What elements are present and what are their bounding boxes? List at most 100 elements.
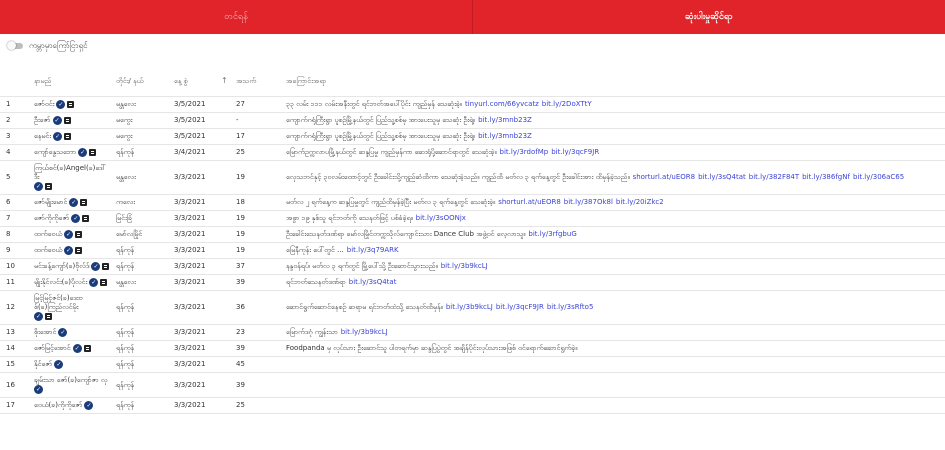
- cell-sort-spacer: [221, 372, 233, 398]
- table-row[interactable]: 8 ထက်ဝေယံ ✓ မော်လမြိုင် 3/3/2021 19 ဦးခေါင်းသေ…: [0, 226, 945, 243]
- source-link[interactable]: bit.ly/2DoXTtY: [542, 100, 592, 108]
- cell-name: ထက်ဝေယံ ✓: [31, 226, 113, 243]
- cell-age: 39: [233, 274, 283, 291]
- photo-doc-icon[interactable]: [89, 149, 97, 156]
- cell-no: 13: [0, 324, 31, 341]
- photo-doc-icon[interactable]: [80, 199, 88, 206]
- source-link[interactable]: bit.ly/3q79ARK: [347, 246, 399, 254]
- cell-age: 19: [233, 160, 283, 195]
- cell-sort-spacer: [221, 290, 233, 325]
- table-row[interactable]: 17 ဝေယံ(ခ)ကိုကိုဇော် ✓ ရန်ကုန် 3/3/2021 25: [0, 397, 945, 414]
- name-text: နေမင်း: [34, 132, 52, 140]
- verified-check-icon: ✓: [34, 385, 43, 394]
- source-link[interactable]: bit.ly/306aC65: [853, 173, 904, 181]
- table-row[interactable]: 3 နေမင်း ✓ မကွေး 3/5/2021 17 ကျောက်ဂရုံကြီးရွာ…: [0, 128, 945, 145]
- cell-date: 3/3/2021: [171, 324, 221, 341]
- name-text: ချမ်းသာ ဇော်(ခ)ကျော်ဇာ လှ: [34, 376, 108, 384]
- source-link[interactable]: bit.ly/387Ok8l: [564, 198, 613, 206]
- name-wrap: ကျော်နွေသဘော ✓: [34, 148, 110, 157]
- table-row[interactable]: 4 ကျော်နွေသဘော ✓ ရန်ကုန် 3/4/2021 25 မြောက်ဥက္…: [0, 144, 945, 161]
- table-row[interactable]: 13 စိုးအောင် ✓ ရန်ကုန် 3/3/2021 23 မြောက်ဒဂုံ …: [0, 324, 945, 341]
- source-link[interactable]: bit.ly/3b9kcLJ: [446, 303, 493, 311]
- source-link[interactable]: bit.ly/3sRfto5: [547, 303, 594, 311]
- sort-arrow-up-icon[interactable]: ↑: [221, 76, 228, 85]
- table-row[interactable]: 14 ဇော်မြင့်အောင် ✓ ရန်ကုန် 3/3/2021 39 Foodpa…: [0, 340, 945, 357]
- source-link[interactable]: bit.ly/3sQ4tat: [698, 173, 746, 181]
- cell-name: နေမင်း ✓: [31, 128, 113, 145]
- photo-doc-icon[interactable]: [45, 183, 52, 190]
- source-link[interactable]: bit.ly/3mnb23Z: [478, 116, 532, 124]
- photo-doc-icon[interactable]: [45, 313, 52, 320]
- cell-date: 3/3/2021: [171, 290, 221, 325]
- cell-age: 39: [233, 340, 283, 357]
- photo-doc-icon[interactable]: [83, 345, 91, 352]
- cell-no: 14: [0, 340, 31, 357]
- cell-no: 2: [0, 112, 31, 129]
- toggle-row: ကမ္ဘာမှာကြော်ငြာရှင်: [0, 34, 945, 58]
- table-row[interactable]: 16 ချမ်းသာ ဇော်(ခ)ကျော်ဇာ လှ ✓ ရန်ကုန် 3/3/2…: [0, 372, 945, 398]
- filter-toggle-switch[interactable]: [7, 41, 23, 50]
- table-row[interactable]: 5 ကြယ်စင်(ခ)Angel(ခ)ဒေါ်ဒီး ✓ မန္တလေး 3/3/20…: [0, 160, 945, 195]
- table-row[interactable]: 10 မင်းခန့်ကျော်(ခ)ဗိုလ်ဒ် ✓ ရန်ကုန် 3/3/202…: [0, 258, 945, 275]
- source-link[interactable]: bit.ly/3sQ4tat: [349, 278, 397, 286]
- header-date[interactable]: နေ့ စွဲ: [171, 66, 221, 97]
- cell-region: ရန်ကုန်: [113, 356, 171, 373]
- source-link[interactable]: shorturl.at/uEOR8: [498, 198, 561, 206]
- name-wrap: ဇော်ဝင်း ✓: [34, 100, 110, 109]
- details-text: လှေသဘင်နှင့် ၃၀လမ်းထောင့်တွင် ဦးခေါင်းသိ…: [286, 173, 630, 181]
- source-link[interactable]: bit.ly/3sOONjx: [416, 214, 466, 222]
- cell-region: ရန်ကုန်: [113, 242, 171, 259]
- photo-doc-icon[interactable]: [102, 263, 110, 270]
- header-age[interactable]: အသက်: [233, 66, 283, 97]
- source-link[interactable]: shorturl.at/uEOR8: [633, 173, 696, 181]
- cell-sort-spacer: [221, 274, 233, 291]
- verified-check-icon: ✓: [84, 401, 94, 410]
- source-link[interactable]: bit.ly/3rdofMp: [500, 148, 549, 156]
- photo-doc-icon[interactable]: [64, 133, 72, 140]
- header-details[interactable]: အကြောင်းအရာ: [283, 66, 945, 97]
- tab-upload[interactable]: တင်ရန်: [0, 0, 473, 34]
- cell-no: 15: [0, 356, 31, 373]
- header-name[interactable]: နာမည်: [31, 66, 113, 97]
- source-link[interactable]: bit.ly/3rfgbuG: [528, 230, 576, 238]
- cell-name: ကြယ်စင်(ခ)Angel(ခ)ဒေါ်ဒီး ✓: [31, 160, 113, 195]
- table-row[interactable]: 7 ဇော်ကိုကိုဇော် ✓ မြင်းခြံ 3/3/2021 19 အဖွာ ၁…: [0, 210, 945, 227]
- table-row[interactable]: 12 မြင့်မြင့်ဇင်(ခ)ဒေးဗစ်(ခ)ကြည်လင်မိုး ✓ ရ…: [0, 290, 945, 325]
- cell-details: မြေနီကုန်း ပေါ်တွင် ... bit.ly/3q79ARK: [283, 242, 945, 259]
- cell-region: ရန်ကုန်: [113, 397, 171, 414]
- table-row[interactable]: 11 မျိုးနိုင်လင်း(ခ)ပိုလင်း ✓ မန္တလေး 3/3/20…: [0, 274, 945, 291]
- source-link[interactable]: bit.ly/382F84T: [749, 173, 799, 181]
- table-row[interactable]: 15 နိုင်ဇော် ✓ ရန်ကုန် 3/3/2021 45: [0, 356, 945, 373]
- photo-doc-icon[interactable]: [75, 231, 83, 238]
- source-link[interactable]: bit.ly/3qcF9JR: [551, 148, 599, 156]
- source-link[interactable]: bit.ly/3b9kcLJ: [341, 328, 388, 336]
- source-link[interactable]: bit.ly/386fgNf: [802, 173, 850, 181]
- photo-doc-icon[interactable]: [75, 247, 83, 254]
- cell-no: 4: [0, 144, 31, 161]
- source-link[interactable]: tinyurl.com/66yvcatz: [465, 100, 539, 108]
- cell-name: ဇော်ဝင်း ✓: [31, 96, 113, 113]
- name-wrap: စိုးအောင် ✓: [34, 328, 110, 337]
- cell-details: [283, 372, 945, 398]
- table-row[interactable]: 2 ဦးဇော် ✓ မကွေး 3/5/2021- ကျောက်ဂရုံကြီးရွာ …: [0, 112, 945, 129]
- cell-date: 3/5/2021: [171, 112, 221, 129]
- photo-doc-icon[interactable]: [63, 117, 71, 124]
- cell-details: ဆောင်ရွက်ဆောင်နေစဉ် ဆရာမ ရင်ဘတ်ထဲသို့ သေ…: [283, 290, 945, 325]
- source-link[interactable]: bit.ly/20iZkc2: [616, 198, 664, 206]
- header-region[interactable]: တိုင်း/ နယ်: [113, 66, 171, 97]
- photo-doc-icon[interactable]: [100, 279, 108, 286]
- table-row[interactable]: 6 ဇော်မျိုးမောင် ✓ ကလေး 3/3/2021 18 မတ်လ ၂ ရက်…: [0, 194, 945, 211]
- photo-doc-icon[interactable]: [82, 215, 90, 222]
- table-row[interactable]: 1 ဇော်ဝင်း ✓ မန္တလေး 3/5/2021 27 ၃၃ လမ်း ၁၁၁ လ…: [0, 96, 945, 113]
- cell-sort-spacer: [221, 356, 233, 373]
- source-link[interactable]: bit.ly/3mnb23Z: [478, 132, 532, 140]
- photo-doc-icon[interactable]: [67, 101, 75, 108]
- source-link[interactable]: bit.ly/3b9kcLJ: [441, 262, 488, 270]
- table-row[interactable]: 9 ထက်ဝေယံ ✓ ရန်ကုန် 3/3/2021 19 မြေနီကုန်း ပေါ…: [0, 242, 945, 259]
- header-sort[interactable]: ↑: [221, 66, 233, 97]
- source-link[interactable]: bit.ly/3qcF9JR: [496, 303, 544, 311]
- cell-age: 25: [233, 397, 283, 414]
- cell-no: 16: [0, 372, 31, 398]
- tab-casualties[interactable]: ဆုံးပါးမှုဆိုင်ရာ: [473, 0, 945, 34]
- cell-name: မြင့်မြင့်ဇင်(ခ)ဒေးဗစ်(ခ)ကြည်လင်မိုး ✓: [31, 290, 113, 325]
